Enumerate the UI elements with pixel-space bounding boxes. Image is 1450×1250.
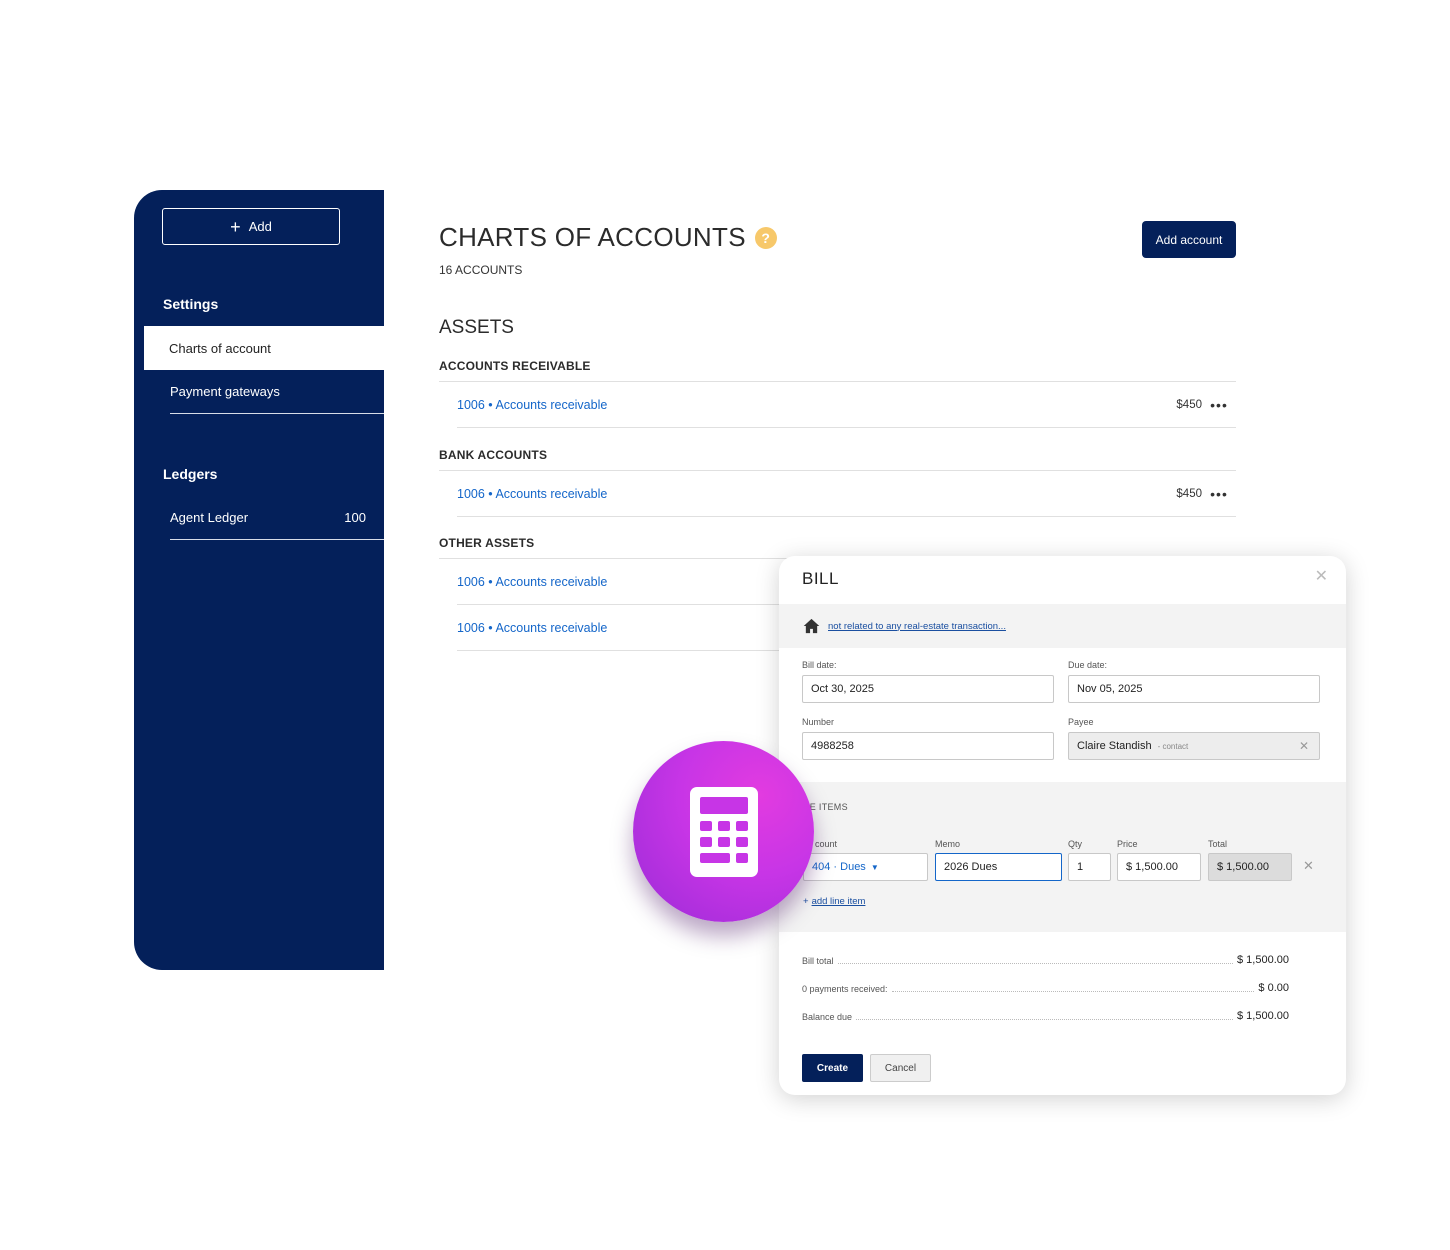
bill-date-label: Bill date: <box>802 660 837 670</box>
payee-field[interactable]: Claire Standish - contact ✕ <box>1068 732 1320 760</box>
summary-leader <box>837 963 1233 964</box>
sidebar-item-agent-ledger[interactable]: Agent Ledger 100 <box>170 496 384 540</box>
add-account-button[interactable]: Add account <box>1142 221 1236 258</box>
sidebar: + Add Settings Charts of account Payment… <box>134 190 384 970</box>
ledger-count: 100 <box>344 510 366 525</box>
caret-down-icon: ▼ <box>870 862 879 872</box>
due-date-value: Nov 05, 2025 <box>1077 683 1143 695</box>
summary-value: $ 1,500.00 <box>1237 1010 1289 1022</box>
account-link[interactable]: 1006 • Accounts receivable <box>457 621 607 635</box>
house-icon <box>803 618 820 634</box>
plus-icon: + <box>230 216 241 237</box>
account-select[interactable]: 404 · Dues ▼ <box>803 853 928 881</box>
group-title: OTHER ASSETS <box>439 536 535 550</box>
column-memo: Memo <box>935 839 961 849</box>
line-items-section: NE ITEMS count Memo Qty Price Total 404 … <box>779 782 1346 932</box>
summary-label: 0 payments received: <box>802 984 888 994</box>
sidebar-item-payment-gateways[interactable]: Payment gateways <box>170 370 384 414</box>
account-row: 1006 • Accounts receivable $450 ••• <box>457 382 1236 428</box>
sidebar-item-label: Charts of account <box>169 340 271 356</box>
qty-input[interactable]: 1 <box>1068 853 1111 881</box>
summary-label: Bill total <box>802 956 834 966</box>
more-icon[interactable]: ••• <box>1202 486 1236 502</box>
account-amount: $450 <box>1176 398 1202 411</box>
transaction-link[interactable]: not related to any real-estate transacti… <box>828 621 1006 632</box>
column-total: Total <box>1208 839 1228 849</box>
due-date-field[interactable]: Nov 05, 2025 <box>1068 675 1320 703</box>
column-qty: Qty <box>1068 839 1083 849</box>
help-icon[interactable]: ? <box>754 226 777 249</box>
summary-label: Balance due <box>802 1012 853 1022</box>
plus-icon: + <box>803 896 809 907</box>
settings-heading: Settings <box>163 296 219 312</box>
ledgers-heading: Ledgers <box>163 466 218 482</box>
summary-leader <box>891 991 1255 992</box>
column-price: Price <box>1117 839 1138 849</box>
payee-type: - contact <box>1157 741 1189 751</box>
summary-leader <box>856 1019 1233 1020</box>
transaction-bar: not related to any real-estate transacti… <box>779 604 1346 648</box>
bill-modal: BILL ✕ not related to any real-estate tr… <box>779 556 1346 1095</box>
payee-label: Payee <box>1068 717 1094 727</box>
account-row: 1006 • Accounts receivable $450 ••• <box>457 471 1236 517</box>
account-link[interactable]: 1006 • Accounts receivable <box>457 487 607 501</box>
account-link[interactable]: 1006 • Accounts receivable <box>457 575 607 589</box>
calculator-badge <box>633 741 814 922</box>
add-line-item-link[interactable]: + add line item <box>803 896 865 907</box>
cancel-button[interactable]: Cancel <box>870 1054 931 1082</box>
page-title: CHARTS OF ACCOUNTS ? <box>439 222 777 253</box>
total-field: $ 1,500.00 <box>1208 853 1292 881</box>
group-title: ACCOUNTS RECEIVABLE <box>439 359 591 373</box>
account-count: 16 ACCOUNTS <box>439 263 523 277</box>
number-label: Number <box>802 717 835 727</box>
price-value: $ 1,500.00 <box>1126 861 1178 873</box>
summary-value: $ 1,500.00 <box>1237 954 1289 966</box>
sidebar-item-label: Payment gateways <box>170 384 280 399</box>
column-account: count <box>815 839 838 849</box>
price-input[interactable]: $ 1,500.00 <box>1117 853 1201 881</box>
due-date-label: Due date: <box>1068 660 1108 670</box>
total-value: $ 1,500.00 <box>1217 861 1269 873</box>
section-title-assets: ASSETS <box>439 317 514 338</box>
number-field[interactable]: 4988258 <box>802 732 1054 760</box>
clear-payee-icon[interactable]: ✕ <box>1299 739 1309 753</box>
add-button-label: Add <box>248 219 272 234</box>
add-line-label: add line item <box>811 896 866 907</box>
summary-balance-due: Balance due $ 1,500.00 <box>802 1010 1289 1022</box>
sidebar-item-charts-of-account[interactable]: Charts of account <box>144 326 384 370</box>
account-select-value: 404 · Dues <box>812 861 866 873</box>
page-title-text: CHARTS OF ACCOUNTS <box>439 222 746 252</box>
summary-value: $ 0.00 <box>1258 982 1289 994</box>
more-icon[interactable]: ••• <box>1202 397 1236 413</box>
modal-title: BILL <box>802 569 839 588</box>
payee-value: Claire Standish <box>1077 740 1152 752</box>
add-button[interactable]: + Add <box>162 208 340 245</box>
qty-value: 1 <box>1077 861 1084 873</box>
memo-value: 2026 Dues <box>944 861 998 873</box>
memo-input[interactable]: 2026 Dues <box>935 853 1062 881</box>
number-value: 4988258 <box>811 740 854 752</box>
create-button[interactable]: Create <box>802 1054 863 1082</box>
group-title: BANK ACCOUNTS <box>439 448 548 462</box>
summary-payments: 0 payments received: $ 0.00 <box>802 982 1289 994</box>
account-amount: $450 <box>1176 487 1202 500</box>
calculator-icon <box>689 786 758 877</box>
remove-line-icon[interactable]: ✕ <box>1303 858 1314 874</box>
close-icon[interactable]: ✕ <box>1315 566 1328 586</box>
account-link[interactable]: 1006 • Accounts receivable <box>457 398 607 412</box>
summary-bill-total: Bill total $ 1,500.00 <box>802 954 1289 966</box>
bill-date-value: Oct 30, 2025 <box>811 683 874 695</box>
sidebar-item-label: Agent Ledger <box>170 510 249 525</box>
bill-date-field[interactable]: Oct 30, 2025 <box>802 675 1054 703</box>
